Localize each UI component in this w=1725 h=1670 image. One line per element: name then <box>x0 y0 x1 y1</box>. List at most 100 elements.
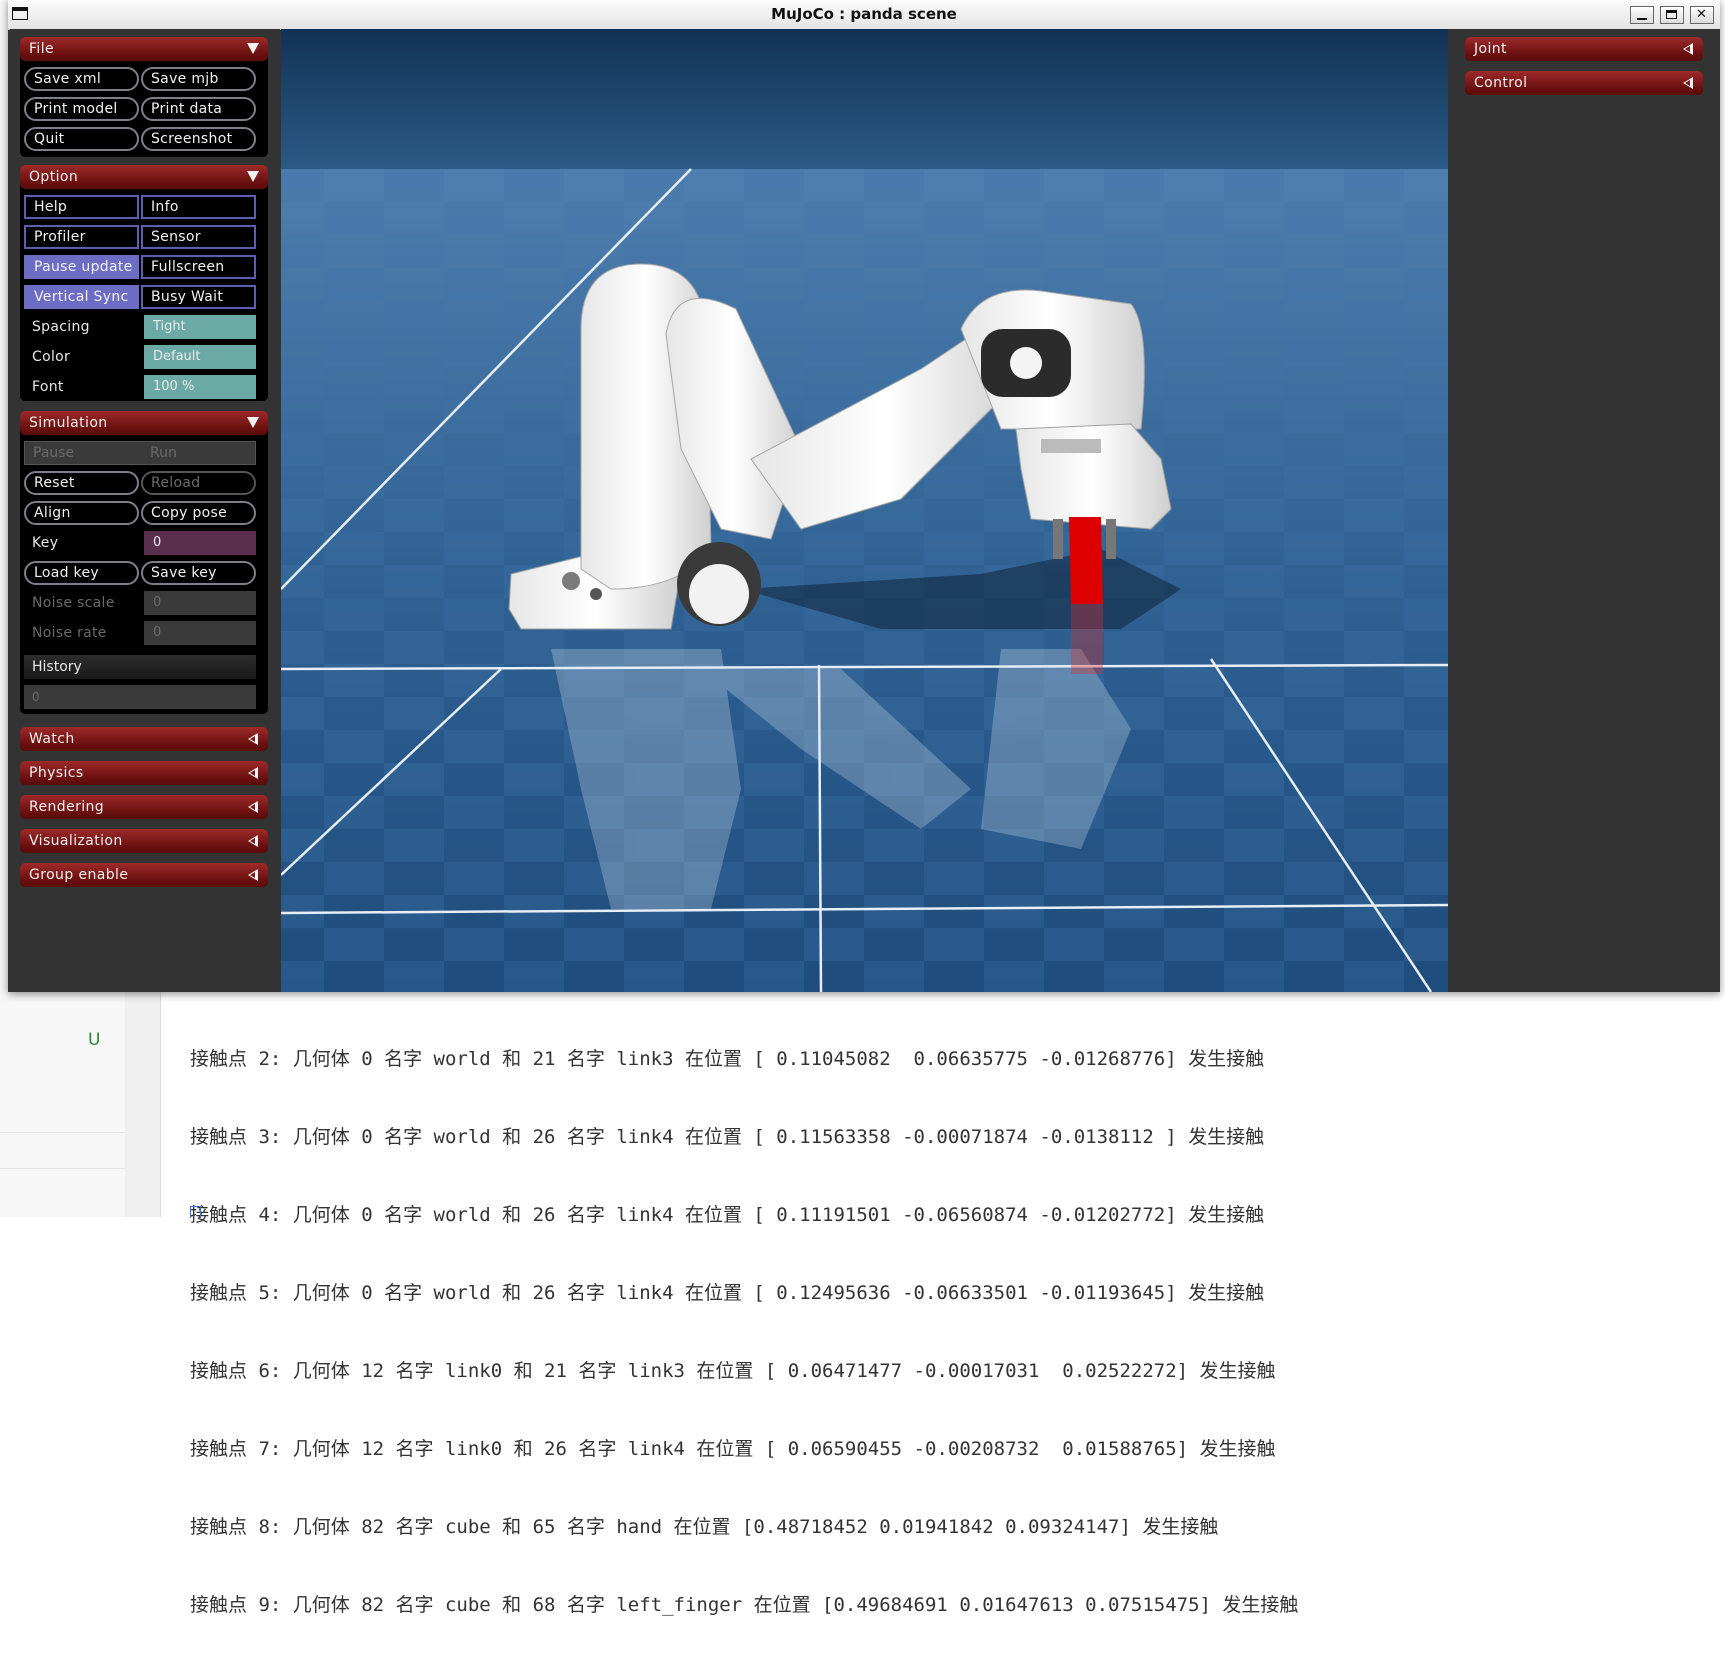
toggle-row: Help Info <box>24 195 256 219</box>
pause-update-toggle[interactable]: Pause update <box>24 255 139 279</box>
control-section-header: Control <box>1465 71 1703 95</box>
noise-scale-slider[interactable]: 0 <box>144 591 256 615</box>
copy-pose-button[interactable]: Copy pose <box>141 501 256 525</box>
button-row: Align Copy pose <box>24 501 256 525</box>
robot-elbow-cap <box>689 564 749 624</box>
right-ui-panel: Joint Control <box>1448 29 1720 992</box>
option-section: Option Help Info Profiler Sensor Pause u… <box>20 165 268 401</box>
save-mjb-button[interactable]: Save mjb <box>141 67 256 91</box>
file-section-header[interactable]: File <box>20 37 268 61</box>
font-select[interactable]: 100 % <box>144 375 256 399</box>
base-bolt <box>562 572 580 590</box>
save-xml-button[interactable]: Save xml <box>24 67 139 91</box>
print-data-button[interactable]: Print data <box>141 97 256 121</box>
collapse-triangle-icon <box>248 801 258 813</box>
reset-button[interactable]: Reset <box>24 471 139 495</box>
align-button[interactable]: Align <box>24 501 139 525</box>
button-row: Save xml Save mjb <box>24 67 256 91</box>
sensor-toggle[interactable]: Sensor <box>141 225 256 249</box>
pause-run-selector[interactable]: Pause Run <box>24 441 256 465</box>
help-toggle[interactable]: Help <box>24 195 139 219</box>
console-line: 接触点 8: 几何体 82 名字 cube 和 65 名字 hand 在位置 [… <box>190 1516 1219 1538</box>
section-title: Rendering <box>29 799 105 815</box>
close-icon[interactable] <box>1690 6 1714 24</box>
red-cube <box>1069 517 1103 604</box>
window-title: MuJoCo : panda scene <box>771 5 957 23</box>
console-cursor <box>190 1206 201 1218</box>
save-key-button[interactable]: Save key <box>141 561 256 585</box>
title-bar[interactable]: MuJoCo : panda scene <box>8 0 1720 30</box>
minimize-icon[interactable] <box>1630 6 1654 24</box>
joint-section-header: Joint <box>1465 37 1703 61</box>
spacing-row: Spacing Tight <box>24 315 256 339</box>
button-row: Print model Print data <box>24 97 256 121</box>
simulation-section: Simulation Pause Run Reset Reload Align … <box>20 411 268 714</box>
gutter-divider <box>0 1168 125 1169</box>
rendering-section-header: Rendering <box>20 795 268 819</box>
busy-wait-toggle[interactable]: Busy Wait <box>141 285 256 309</box>
expand-triangle-icon <box>247 417 259 428</box>
reload-button[interactable]: Reload <box>141 471 256 495</box>
noise-scale-row: Noise scale 0 <box>24 591 256 615</box>
console-line: 接触点 9: 几何体 82 名字 cube 和 68 名字 left_finge… <box>190 1594 1299 1616</box>
red-cube-reflection <box>1071 604 1103 674</box>
print-model-button[interactable]: Print model <box>24 97 139 121</box>
quit-button[interactable]: Quit <box>24 127 139 151</box>
visualization-section[interactable]: Visualization <box>20 829 268 853</box>
color-row: Color Default <box>24 345 256 369</box>
noise-rate-label: Noise rate <box>32 625 107 641</box>
hand-detail <box>1041 439 1101 453</box>
info-toggle[interactable]: Info <box>141 195 256 219</box>
button-row: Reset Reload <box>24 471 256 495</box>
pause-option[interactable]: Pause <box>25 442 74 464</box>
sky <box>281 29 1448 169</box>
scene-render <box>281 29 1448 992</box>
3d-viewport[interactable] <box>281 29 1448 992</box>
robot-wrist-logo <box>1010 347 1042 379</box>
section-title: Simulation <box>29 415 108 431</box>
collapse-triangle-icon <box>248 869 258 881</box>
section-title: Visualization <box>29 833 123 849</box>
load-key-button[interactable]: Load key <box>24 561 139 585</box>
file-section: File Save xml Save mjb Print model Print… <box>20 37 268 157</box>
physics-section-header: Physics <box>20 761 268 785</box>
mujoco-window: MuJoCo : panda scene File Save xml Save … <box>8 0 1720 992</box>
profiler-toggle[interactable]: Profiler <box>24 225 139 249</box>
toggle-row: Pause update Fullscreen <box>24 255 256 279</box>
run-row: Pause Run <box>24 441 256 465</box>
section-title: Watch <box>29 731 75 747</box>
watch-section-header: Watch <box>20 727 268 751</box>
maximize-icon[interactable] <box>1660 6 1684 24</box>
group-enable-section[interactable]: Group enable <box>20 863 268 887</box>
history-label: History <box>24 655 256 679</box>
physics-section[interactable]: Physics <box>20 761 268 785</box>
color-label: Color <box>32 349 71 365</box>
collapse-triangle-icon <box>1683 77 1693 89</box>
noise-rate-slider[interactable]: 0 <box>144 621 256 645</box>
toggle-row: Vertical Sync Busy Wait <box>24 285 256 309</box>
group-enable-section-header: Group enable <box>20 863 268 887</box>
watch-section[interactable]: Watch <box>20 727 268 751</box>
button-row: Load key Save key <box>24 561 256 585</box>
console-output[interactable]: 接触点 2: 几何体 0 名字 world 和 21 名字 link3 在位置 … <box>190 994 1690 1670</box>
expand-triangle-icon <box>247 43 259 54</box>
option-section-header[interactable]: Option <box>20 165 268 189</box>
key-label: Key <box>32 535 59 551</box>
simulation-section-header[interactable]: Simulation <box>20 411 268 435</box>
run-option[interactable]: Run <box>142 442 177 464</box>
color-select[interactable]: Default <box>144 345 256 369</box>
history-slider[interactable]: 0 <box>24 685 256 709</box>
vertical-sync-toggle[interactable]: Vertical Sync <box>24 285 139 309</box>
section-title: Option <box>29 169 79 185</box>
section-title: Joint <box>1474 41 1507 57</box>
spacing-select[interactable]: Tight <box>144 315 256 339</box>
fullscreen-toggle[interactable]: Fullscreen <box>141 255 256 279</box>
rendering-section[interactable]: Rendering <box>20 795 268 819</box>
key-slider[interactable]: 0 <box>144 531 256 555</box>
screenshot-button[interactable]: Screenshot <box>141 127 256 151</box>
console-line: 接触点 4: 几何体 0 名字 world 和 26 名字 link4 在位置 … <box>190 1204 1265 1226</box>
expand-triangle-icon <box>247 171 259 182</box>
control-section[interactable]: Control <box>1465 71 1703 95</box>
collapse-triangle-icon <box>1683 43 1693 55</box>
joint-section[interactable]: Joint <box>1465 37 1703 61</box>
